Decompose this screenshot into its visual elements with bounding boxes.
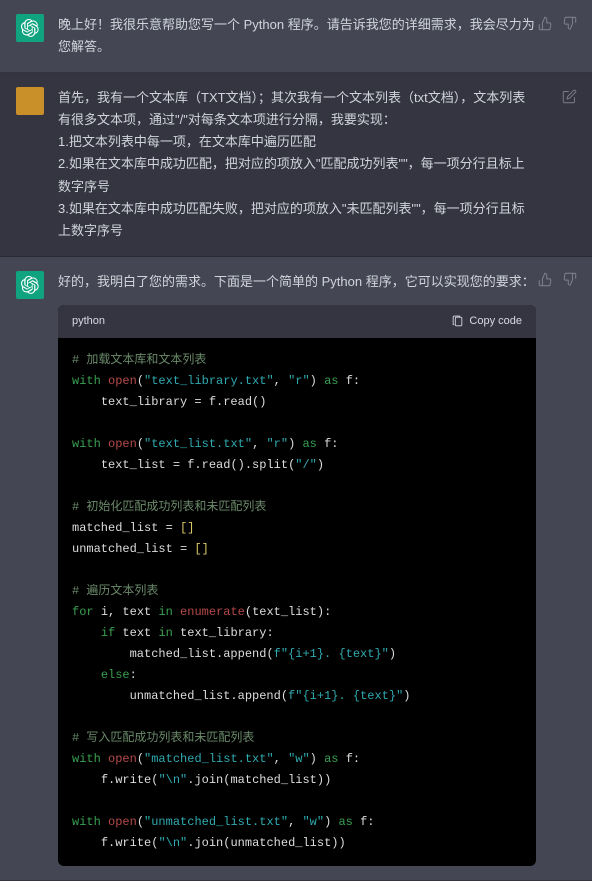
openai-logo-icon [21, 276, 39, 294]
code-content: # 加载文本库和文本列表 with open("text_library.txt… [58, 338, 536, 866]
message-actions [536, 271, 578, 289]
message-user: 首先，我有一个文本库（TXT文档）；其次我有一个文本列表（txt文档），文本列表… [0, 73, 592, 257]
code-header: python Copy code [58, 305, 536, 338]
message-text: 好的，我明白了您的需求。下面是一个简单的 Python 程序，它可以实现您的要求… [58, 271, 536, 293]
edit-button[interactable] [560, 87, 578, 105]
thumbs-down-button[interactable] [560, 271, 578, 289]
copy-code-button[interactable]: Copy code [451, 312, 522, 331]
thumbs-up-icon [538, 272, 553, 287]
message-assistant: 好的，我明白了您的需求。下面是一个简单的 Python 程序，它可以实现您的要求… [0, 257, 592, 881]
thumbs-down-icon [562, 272, 577, 287]
edit-icon [562, 89, 577, 104]
clipboard-icon [451, 315, 464, 328]
user-avatar [16, 87, 44, 115]
thumbs-up-icon [538, 16, 553, 31]
message-text: 首先，我有一个文本库（TXT文档）；其次我有一个文本列表（txt文档），文本列表… [58, 87, 576, 242]
thumbs-down-button[interactable] [560, 14, 578, 32]
thumbs-up-button[interactable] [536, 14, 554, 32]
message-actions [536, 14, 578, 32]
message-text: 晚上好！我很乐意帮助您写一个 Python 程序。请告诉我您的详细需求，我会尽力… [58, 14, 576, 58]
message-actions [560, 87, 578, 105]
message-content: 好的，我明白了您的需求。下面是一个简单的 Python 程序，它可以实现您的要求… [58, 271, 576, 866]
code-block: python Copy code # 加载文本库和文本列表 with open(… [58, 305, 536, 866]
thumbs-up-button[interactable] [536, 271, 554, 289]
assistant-avatar [16, 14, 44, 42]
thumbs-down-icon [562, 16, 577, 31]
assistant-avatar [16, 271, 44, 299]
copy-label: Copy code [469, 312, 522, 331]
message-assistant: 晚上好！我很乐意帮助您写一个 Python 程序。请告诉我您的详细需求，我会尽力… [0, 0, 592, 73]
openai-logo-icon [21, 19, 39, 37]
code-lang-label: python [72, 312, 105, 331]
